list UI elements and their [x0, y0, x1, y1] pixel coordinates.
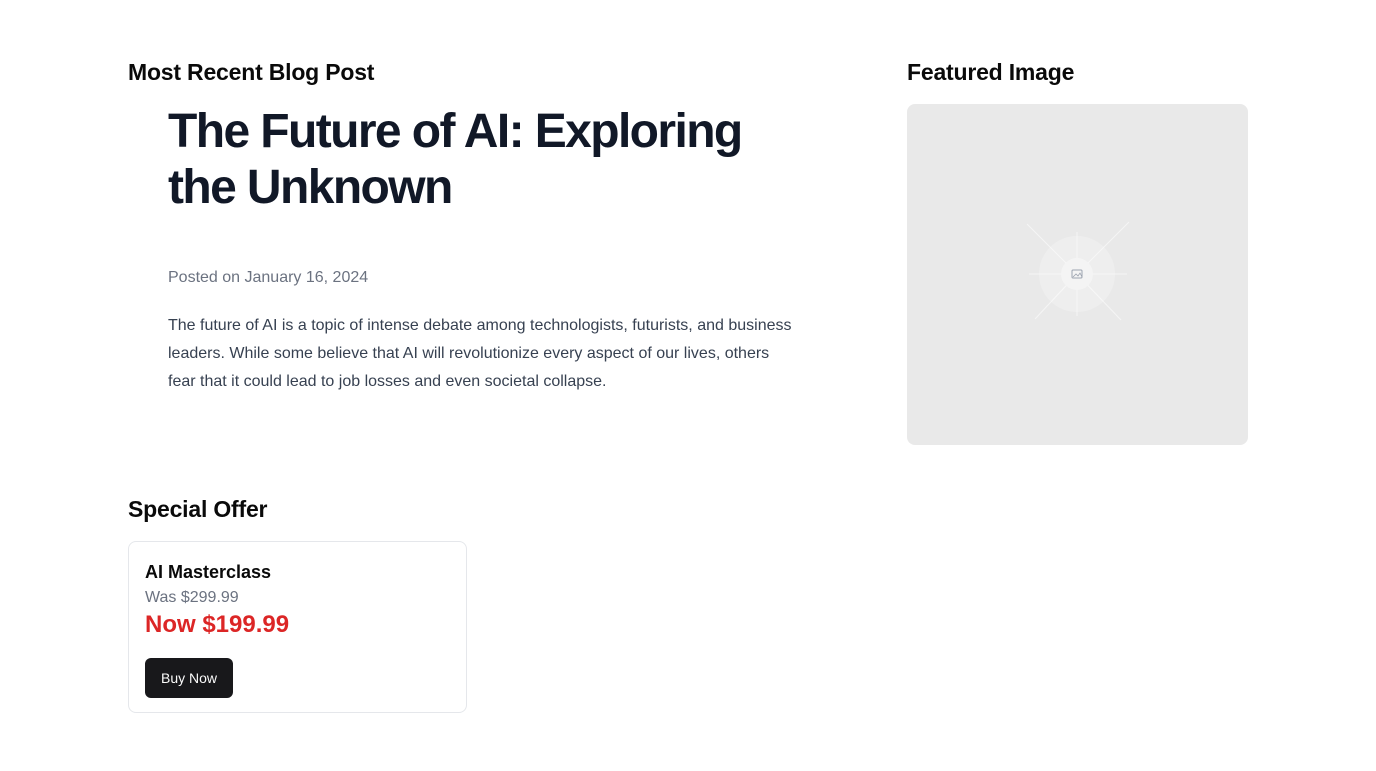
- featured-section-heading: Featured Image: [907, 59, 1075, 85]
- post-title: The Future of AI: Exploring the Unknown: [168, 105, 743, 214]
- offer-section-heading: Special Offer: [128, 496, 268, 522]
- featured-image: [907, 104, 1248, 445]
- offer-sale-price: Now $199.99: [145, 611, 290, 638]
- post-date: Posted on January 16, 2024: [168, 269, 369, 286]
- image-placeholder-icon: [1026, 221, 1130, 321]
- offer-title: AI Masterclass: [145, 562, 272, 582]
- post-excerpt: The future of AI is a topic of intense d…: [168, 317, 792, 390]
- blog-section-heading: Most Recent Blog Post: [128, 59, 375, 85]
- blog-post: The Future of AI: Exploring the Unknown …: [168, 104, 808, 412]
- offer-card: AI Masterclass Was $299.99 Now $199.99 B…: [128, 541, 467, 713]
- offer-original-price: Was $299.99: [145, 589, 239, 606]
- buy-now-button[interactable]: Buy Now: [145, 658, 234, 698]
